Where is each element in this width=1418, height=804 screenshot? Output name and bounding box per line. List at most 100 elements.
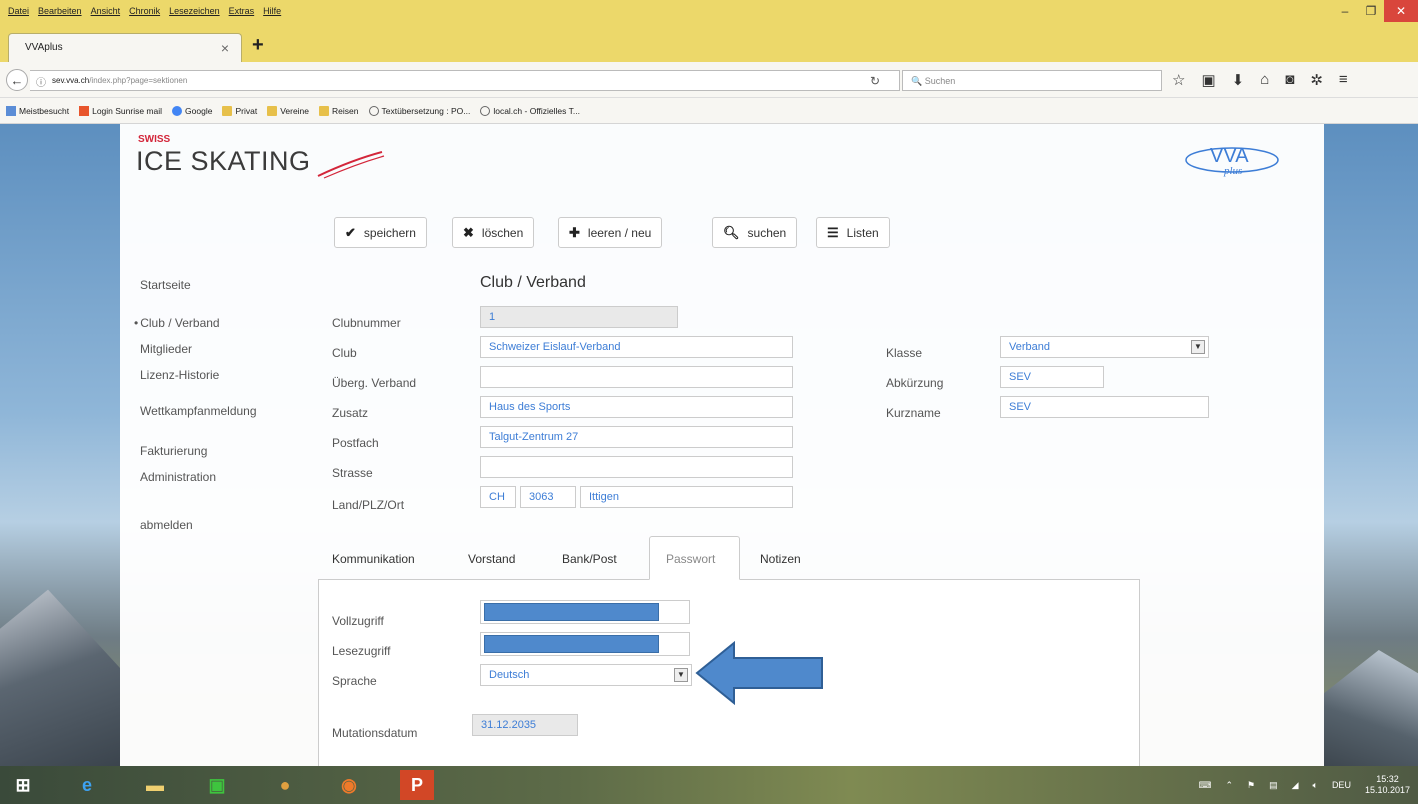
abkuerzung-field[interactable]: SEV [1000, 366, 1104, 388]
delete-button[interactable]: ✖ löschen [452, 217, 535, 248]
plz-field[interactable]: 3063 [520, 486, 576, 508]
download-icon[interactable]: ⬇ [1232, 71, 1245, 89]
nav-logout[interactable]: abmelden [140, 518, 193, 532]
nav-billing[interactable]: Fakturierung [140, 444, 207, 458]
bookmark-most-visited[interactable]: Meistbesucht [6, 106, 69, 116]
hamburger-icon[interactable]: ≡ [1339, 71, 1348, 89]
tab-bank-post[interactable]: Bank/Post [562, 552, 617, 566]
home-icon[interactable]: ⌂ [1260, 71, 1269, 89]
lesezugriff-field[interactable] [480, 632, 690, 656]
network-icon[interactable]: ▤ [1269, 780, 1278, 791]
tab-close-icon[interactable]: × [221, 40, 229, 56]
lists-button[interactable]: ☰ Listen [816, 217, 890, 248]
land-field[interactable]: CH [480, 486, 516, 508]
app-icon[interactable]: ● [270, 770, 300, 800]
nav-license-history[interactable]: Lizenz-Historie [140, 368, 219, 382]
bookmark-travel[interactable]: Reisen [319, 106, 359, 116]
flag-icon[interactable]: ⚑ [1247, 780, 1255, 791]
browser-search-input[interactable]: 🔍 Suchen [902, 70, 1162, 91]
zusatz-label: Zusatz [332, 406, 369, 420]
ort-field[interactable]: Ittigen [580, 486, 793, 508]
svg-text:VVA: VVA [1210, 145, 1249, 167]
folder-icon [6, 106, 16, 116]
globe-icon [480, 106, 491, 116]
keyboard-icon[interactable]: ⌨ [1198, 780, 1211, 791]
clear-new-button[interactable]: ✚ leeren / neu [558, 217, 663, 248]
menu-edit[interactable]: Bearbeiten [38, 6, 82, 16]
postfach-field[interactable]: Talgut-Zentrum 27 [480, 426, 793, 448]
reload-icon[interactable]: ↻ [870, 74, 880, 88]
nav-admin[interactable]: Administration [140, 470, 216, 484]
menu-help[interactable]: Hilfe [263, 6, 281, 16]
save-button[interactable]: ✔ speichern [334, 217, 427, 248]
menu-file[interactable]: Datei [8, 6, 29, 16]
klasse-select[interactable]: Verband ▼ [1000, 336, 1209, 358]
mail-icon [79, 106, 90, 116]
menu-tools[interactable]: Extras [229, 6, 255, 16]
minimize-icon[interactable]: – [1332, 0, 1358, 22]
search-button[interactable]: 🔍︎ suchen [712, 217, 798, 248]
back-icon[interactable]: ← [6, 69, 28, 91]
nav-club[interactable]: Club / Verband [140, 316, 219, 330]
zusatz-field[interactable]: Haus des Sports [480, 396, 793, 418]
postfach-label: Postfach [332, 436, 379, 450]
mutation-label: Mutationsdatum [332, 726, 418, 740]
volume-icon[interactable]: 🔈︎ [1313, 780, 1318, 791]
browser-tab[interactable]: VVAplus × [8, 33, 242, 62]
bookmark-translation[interactable]: Textübersetzung : PO... [368, 106, 470, 116]
menu-history[interactable]: Chronik [129, 6, 160, 16]
powerpoint-icon[interactable]: P [400, 770, 434, 800]
chevron-down-icon[interactable]: ▼ [1191, 340, 1205, 354]
pocket-icon[interactable]: ◙ [1285, 71, 1294, 89]
nav-competition[interactable]: Wettkampfanmeldung [140, 404, 257, 418]
sprache-select[interactable]: Deutsch ▼ [480, 664, 692, 686]
language-indicator[interactable]: DEU [1332, 780, 1351, 790]
bookmark-localch[interactable]: local.ch - Offizielles T... [480, 106, 580, 116]
tab-vorstand[interactable]: Vorstand [468, 552, 515, 566]
store-icon[interactable]: ▣ [202, 770, 232, 800]
nav-members[interactable]: Mitglieder [140, 342, 192, 356]
kurzname-field[interactable]: SEV [1000, 396, 1209, 418]
star-icon[interactable]: ☆ [1172, 71, 1185, 89]
nav-home[interactable]: Startseite [140, 278, 191, 292]
file-explorer-icon[interactable]: ▬ [140, 770, 170, 800]
extension-icon[interactable]: ✲ [1310, 71, 1323, 89]
close-icon[interactable]: ✕ [1384, 0, 1418, 22]
windows-start-icon[interactable]: ⊞ [8, 770, 38, 800]
tab-passwort[interactable]: Passwort [649, 536, 740, 580]
search-icon: 🔍︎ [723, 224, 740, 240]
maximize-icon[interactable]: ❐ [1358, 0, 1384, 22]
strasse-field[interactable] [480, 456, 793, 478]
logo-ice-skating-text: ICE SKATING [136, 146, 311, 176]
tray-chevron-icon[interactable]: ⌃ [1225, 780, 1233, 791]
checkmark-icon: ✔ [345, 224, 356, 240]
info-icon[interactable]: ⓘ [36, 74, 46, 89]
clubnummer-field[interactable]: 1 [480, 306, 678, 328]
bookmark-private[interactable]: Privat [222, 106, 257, 116]
list-icon: ☰ [827, 224, 839, 240]
bookmark-clubs[interactable]: Vereine [267, 106, 309, 116]
clubnummer-label: Clubnummer [332, 316, 401, 330]
bookmark-google[interactable]: Google [172, 106, 212, 116]
chevron-down-icon[interactable]: ▼ [674, 668, 688, 682]
system-tray: ⌨ ⌃ ⚑ ▤ ◢ 🔈︎ DEU 15:32 15.10.2017 [1198, 774, 1410, 796]
mutation-field[interactable]: 31.12.2035 [472, 714, 578, 736]
club-field[interactable]: Schweizer Eislauf-Verband [480, 336, 793, 358]
vollzugriff-field[interactable] [480, 600, 690, 624]
menu-view[interactable]: Ansicht [91, 6, 121, 16]
abkuerzung-label: Abkürzung [886, 376, 944, 390]
parent-field[interactable] [480, 366, 793, 388]
tab-kommunikation[interactable]: Kommunikation [332, 552, 415, 566]
new-tab-icon[interactable]: + [252, 35, 264, 55]
bookmark-sunrise[interactable]: Login Sunrise mail [79, 106, 162, 116]
url-bar[interactable]: ⓘ sev.vva.ch/index.php?page=sektionen [30, 70, 900, 91]
firefox-icon[interactable]: ◉ [334, 770, 364, 800]
clock[interactable]: 15:32 15.10.2017 [1365, 774, 1410, 796]
tab-notizen[interactable]: Notizen [760, 552, 801, 566]
clipboard-icon[interactable]: ▣ [1201, 71, 1215, 89]
menu-bookmarks[interactable]: Lesezeichen [169, 6, 220, 16]
taskbar: ⊞ e ▬ ▣ ● ◉ P ⌨ ⌃ ⚑ ▤ ◢ 🔈︎ DEU 15:32 15.… [0, 766, 1418, 804]
folder-icon [222, 106, 233, 116]
signal-icon[interactable]: ◢ [1292, 780, 1299, 791]
internet-explorer-icon[interactable]: e [72, 770, 102, 800]
